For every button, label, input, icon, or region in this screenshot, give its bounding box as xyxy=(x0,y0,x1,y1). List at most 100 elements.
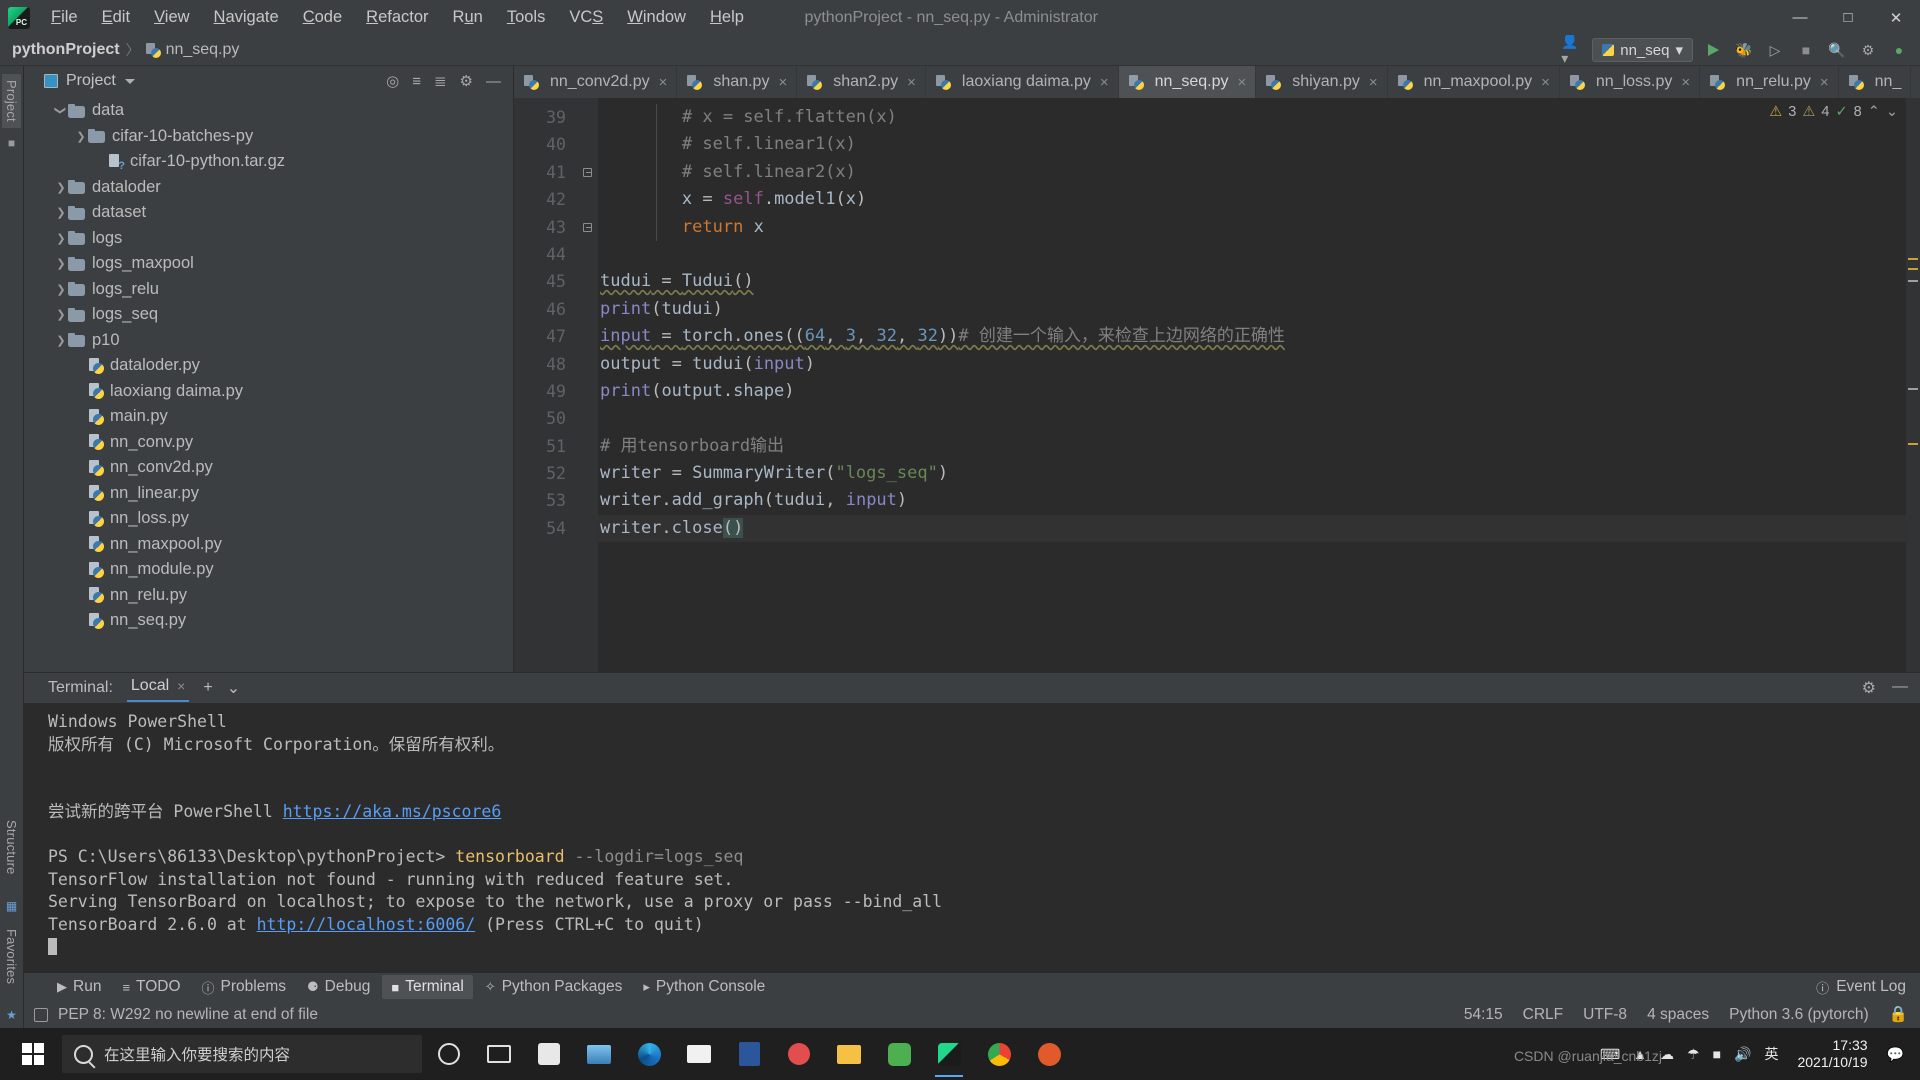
tree-node[interactable]: nn_linear.py xyxy=(24,481,513,507)
taskbar-search-box[interactable]: 在这里输入你要搜索的内容 xyxy=(62,1035,422,1073)
battery-icon[interactable]: ■ xyxy=(1713,1046,1721,1062)
close-tab-icon[interactable]: × xyxy=(1681,74,1690,91)
tree-expand-arrow-icon[interactable] xyxy=(74,130,88,143)
terminal-link[interactable]: http://localhost:6006/ xyxy=(257,915,476,934)
menu-file[interactable]: FFileile xyxy=(40,3,89,32)
scroll-down-icon[interactable]: ⌄ xyxy=(1886,104,1898,120)
close-tab-icon[interactable]: × xyxy=(1369,74,1378,91)
run-button[interactable] xyxy=(1702,39,1724,61)
tree-expand-arrow-icon[interactable] xyxy=(54,308,68,321)
word-icon[interactable] xyxy=(726,1030,772,1078)
locate-file-icon[interactable]: ◎ xyxy=(386,72,399,90)
line-separator[interactable]: CRLF xyxy=(1523,1006,1563,1024)
tree-node[interactable]: dataloder xyxy=(24,175,513,201)
code-line[interactable] xyxy=(598,405,1920,432)
indent-setting[interactable]: 4 spaces xyxy=(1647,1006,1709,1024)
menu-view[interactable]: View xyxy=(143,3,200,32)
file-encoding[interactable]: UTF-8 xyxy=(1583,1006,1627,1024)
terminal-session-tab[interactable]: Local × xyxy=(126,674,190,702)
wechat-icon[interactable] xyxy=(876,1030,922,1078)
fold-marker[interactable] xyxy=(576,159,598,186)
rail-button-project[interactable]: Project xyxy=(2,74,21,128)
microsoft-store-icon[interactable] xyxy=(526,1030,572,1078)
project-file-tree[interactable]: data cifar-10-batches-py cifar-10-python.t… xyxy=(24,96,513,672)
settings-gear-icon[interactable]: ⚙ xyxy=(1857,39,1879,61)
collapse-icon[interactable] xyxy=(582,222,592,232)
tree-expand-arrow-icon[interactable] xyxy=(54,283,68,296)
tree-node[interactable]: logs_maxpool xyxy=(24,251,513,277)
code-line[interactable]: writer.close() xyxy=(598,514,1920,543)
code-line[interactable] xyxy=(598,241,1920,268)
menu-run[interactable]: Run xyxy=(442,3,494,32)
edge-browser-icon[interactable] xyxy=(626,1030,672,1078)
close-tab-icon[interactable]: × xyxy=(1541,74,1550,91)
chrome-icon[interactable] xyxy=(976,1030,1022,1078)
terminal-link[interactable]: https://aka.ms/pscore6 xyxy=(283,802,502,821)
mail-icon[interactable] xyxy=(676,1030,722,1078)
menu-navigate[interactable]: Navigate xyxy=(203,3,290,32)
code-line[interactable]: # self.linear2(x) xyxy=(598,159,1920,186)
code-line[interactable]: # 用tensorboard输出 xyxy=(598,433,1920,460)
network-icon[interactable]: ☂ xyxy=(1687,1046,1700,1063)
menu-edit[interactable]: Edit xyxy=(91,3,141,32)
error-stripe-marker-bar[interactable] xyxy=(1906,98,1920,672)
code-line[interactable]: input = torch.ones((64, 3, 32, 32))# 创建一… xyxy=(598,323,1920,350)
scroll-up-icon[interactable]: ⌃ xyxy=(1868,104,1880,120)
tree-node[interactable]: dataloder.py xyxy=(24,353,513,379)
rail-favorites-star-icon[interactable]: ★ xyxy=(6,1008,17,1022)
close-tab-icon[interactable]: × xyxy=(1238,74,1247,91)
tree-node[interactable]: logs_seq xyxy=(24,302,513,328)
menu-code[interactable]: Code xyxy=(292,3,353,32)
onedrive-icon[interactable]: ☁ xyxy=(1660,1046,1674,1063)
new-terminal-session-button[interactable]: + xyxy=(203,679,212,697)
pycharm-taskbar-icon[interactable] xyxy=(926,1030,972,1078)
debug-button[interactable]: 🐝 xyxy=(1733,39,1755,61)
hide-pane-icon[interactable]: — xyxy=(486,73,501,90)
tree-node[interactable]: cifar-10-python.tar.gz xyxy=(24,149,513,175)
tool-window-button-todo[interactable]: ≡ TODO xyxy=(113,975,189,999)
editor-tab[interactable]: nn_relu.py × xyxy=(1700,66,1839,98)
inspection-summary-widget[interactable]: ⚠ 3 ⚠ 4 ✓ 8 ⌃ ⌄ xyxy=(1769,104,1898,120)
rail-structure-icon[interactable]: ▦ xyxy=(6,899,17,913)
editor-tab[interactable]: nn_seq.py × xyxy=(1118,66,1257,98)
editor-tab[interactable]: shiyan.py × xyxy=(1256,66,1388,98)
caret-position[interactable]: 54:15 xyxy=(1464,1006,1503,1024)
tree-node[interactable]: nn_maxpool.py xyxy=(24,532,513,558)
code-line[interactable]: print(output.shape) xyxy=(598,378,1920,405)
stop-button[interactable]: ■ xyxy=(1795,39,1817,61)
tool-window-button-python-console[interactable]: ▸ Python Console xyxy=(634,975,774,999)
code-folding-column[interactable] xyxy=(576,98,598,672)
minimize-button[interactable]: — xyxy=(1776,0,1824,35)
tree-expand-arrow-icon[interactable] xyxy=(54,257,68,270)
status-inspection-icon[interactable] xyxy=(34,1007,48,1022)
volume-icon[interactable]: 🔊 xyxy=(1734,1046,1751,1063)
close-tab-icon[interactable]: × xyxy=(778,74,787,91)
editor-tab[interactable]: shan2.py × xyxy=(797,66,926,98)
tree-expand-arrow-icon[interactable] xyxy=(54,181,68,194)
terminal-options-caret-icon[interactable]: ⌄ xyxy=(227,678,240,698)
snipping-tool-icon[interactable] xyxy=(776,1030,822,1078)
tree-expand-arrow-icon[interactable] xyxy=(54,104,68,117)
close-tab-icon[interactable]: × xyxy=(1100,74,1109,91)
code-line[interactable]: output = tudui(input) xyxy=(598,351,1920,378)
tree-node[interactable]: nn_seq.py xyxy=(24,608,513,634)
collapse-icon[interactable] xyxy=(582,167,592,177)
tree-node[interactable]: laoxiang daima.py xyxy=(24,379,513,405)
tool-window-button-terminal[interactable]: ■ Terminal xyxy=(382,975,473,999)
pane-settings-gear-icon[interactable]: ⚙ xyxy=(460,72,473,90)
file-explorer-icon[interactable] xyxy=(576,1030,622,1078)
close-icon[interactable]: × xyxy=(177,678,185,694)
tool-window-button-python-packages[interactable]: ✧ Python Packages xyxy=(476,975,632,999)
close-button[interactable]: ✕ xyxy=(1872,0,1920,35)
tree-expand-arrow-icon[interactable] xyxy=(54,232,68,245)
python-interpreter[interactable]: Python 3.6 (pytorch) xyxy=(1729,1006,1869,1024)
tree-node[interactable]: dataset xyxy=(24,200,513,226)
tree-node[interactable]: nn_relu.py xyxy=(24,583,513,609)
cortana-icon[interactable] xyxy=(426,1030,472,1078)
task-view-icon[interactable] xyxy=(476,1030,522,1078)
project-scope-caret-icon[interactable] xyxy=(124,78,135,84)
collapse-all-icon[interactable]: ≣ xyxy=(434,72,447,90)
editor-tab[interactable]: nn_ xyxy=(1839,66,1912,98)
tree-node[interactable]: cifar-10-batches-py xyxy=(24,124,513,150)
editor-tab[interactable]: laoxiang daima.py × xyxy=(926,66,1119,98)
